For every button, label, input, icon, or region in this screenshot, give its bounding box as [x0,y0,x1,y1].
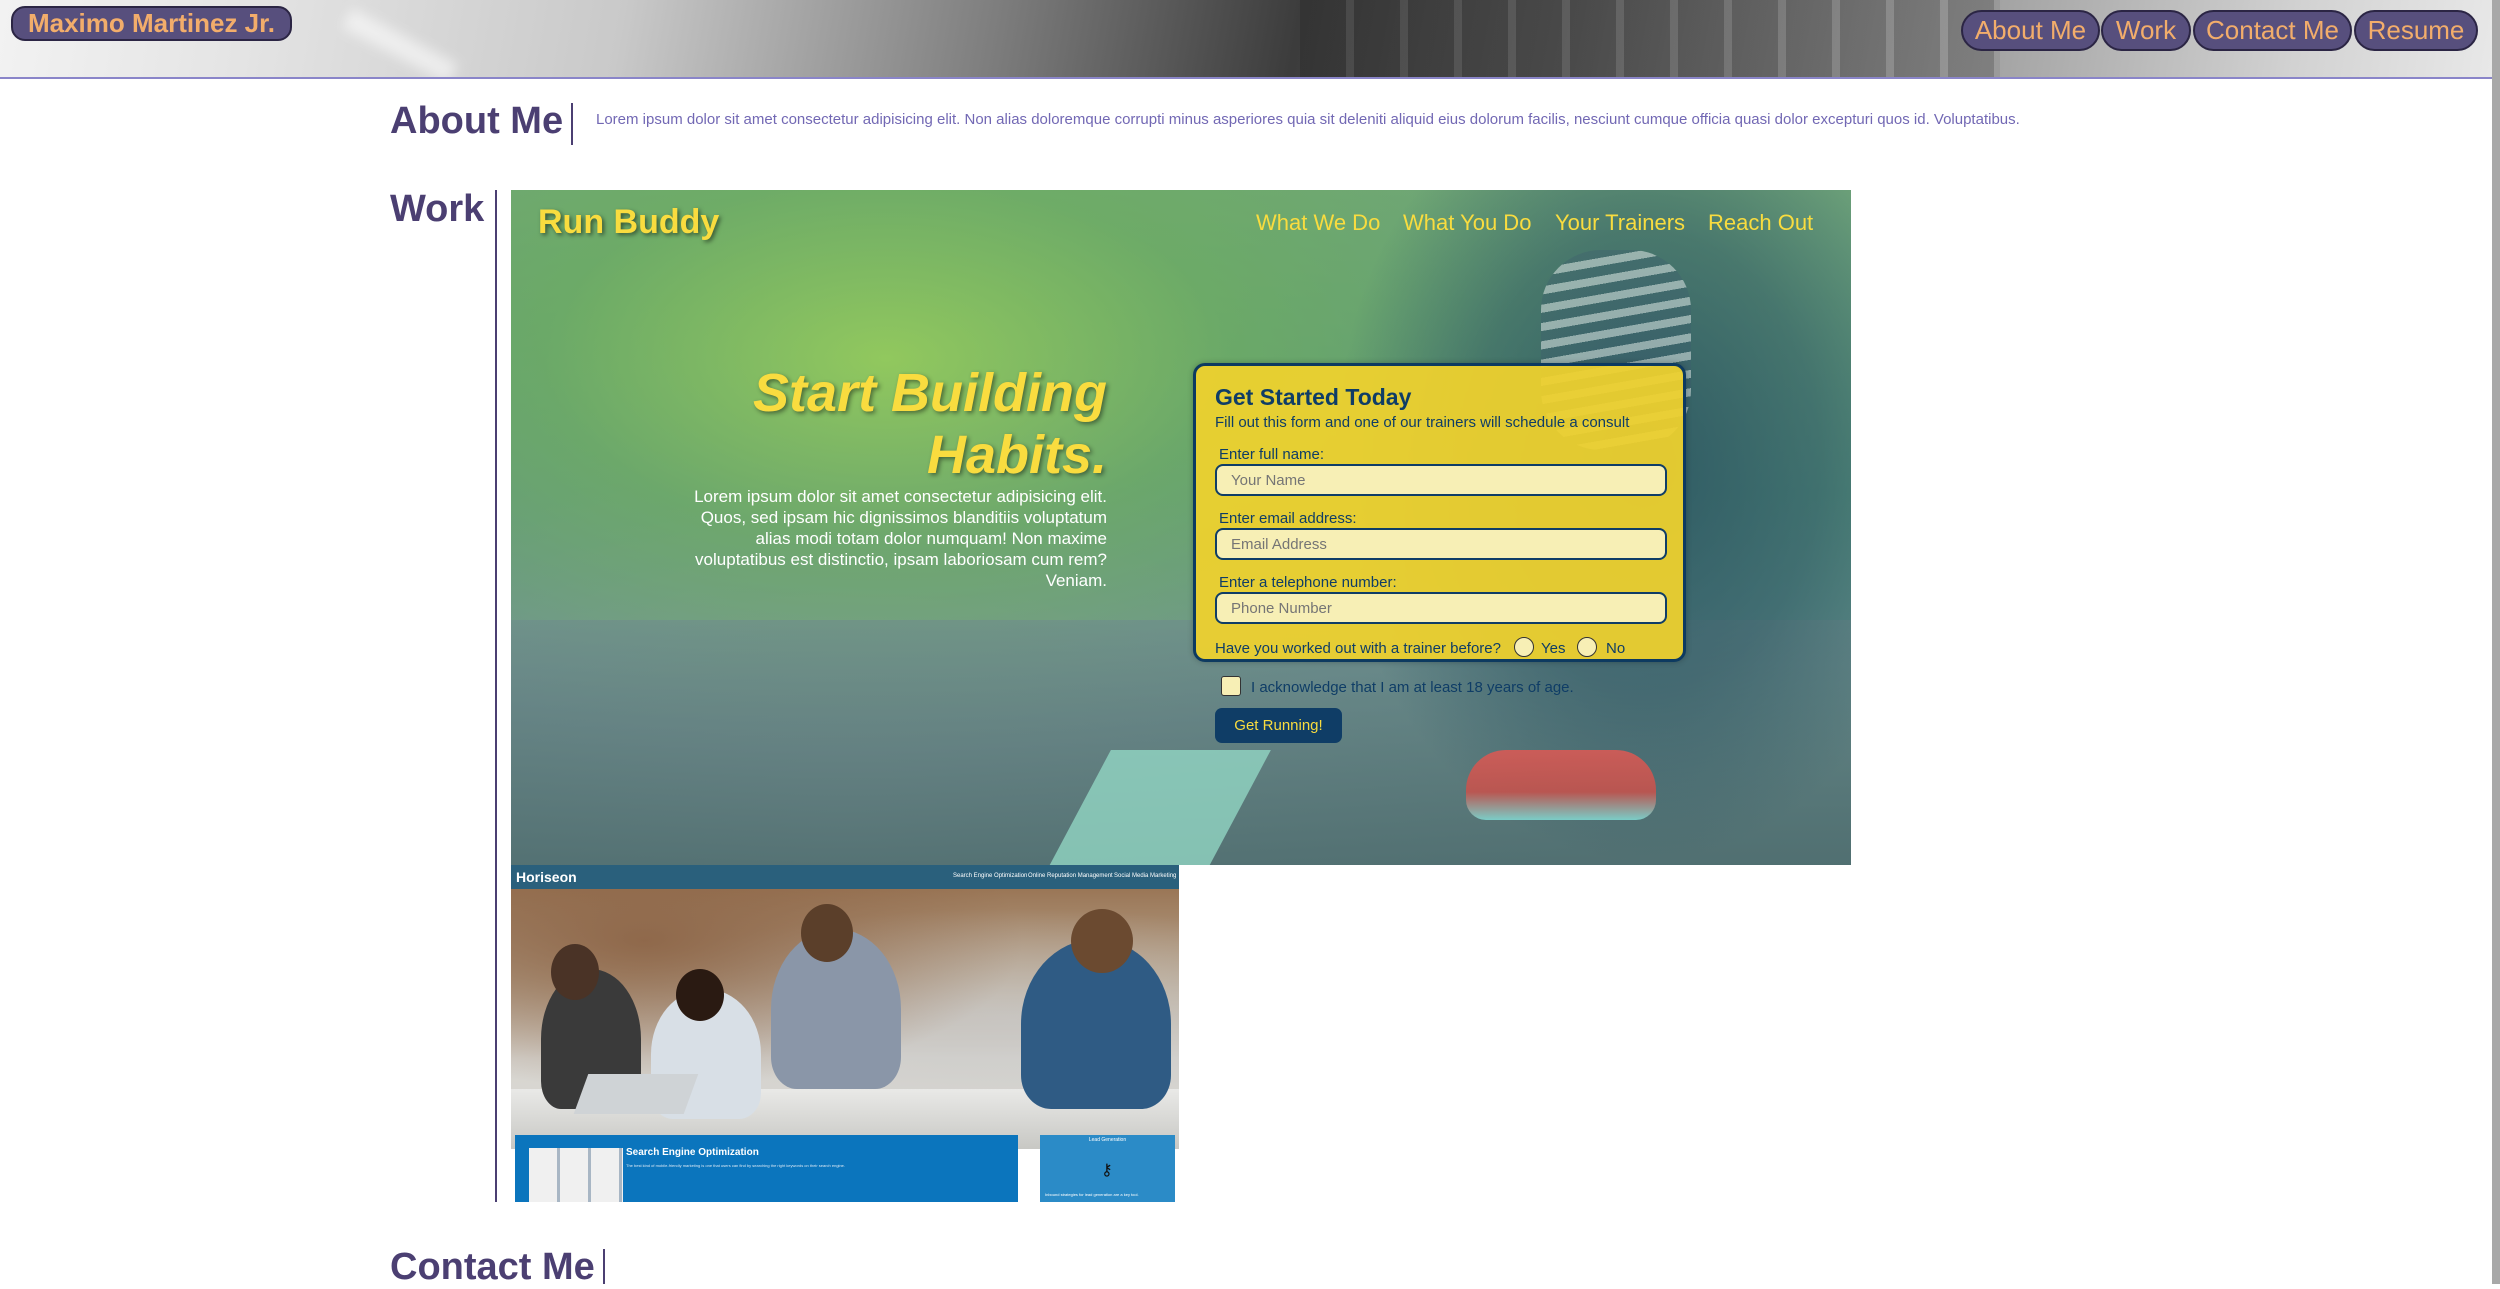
work-divider [495,190,497,1202]
project-horiseon[interactable]: Horiseon Search Engine Optimization Onli… [511,865,1179,1202]
run-buddy-logo[interactable]: Run Buddy [538,203,719,242]
work-heading: Work [390,188,485,230]
nav-work[interactable]: Work [2101,10,2191,51]
phone-input[interactable] [1215,592,1667,624]
trainer-yes-label: Yes [1541,640,1566,657]
name-input[interactable] [1215,464,1667,496]
email-input[interactable] [1215,528,1667,560]
contact-me-heading: Contact Me [390,1246,595,1288]
page-scrollbar-edge [2492,0,2500,1284]
age-checkbox[interactable] [1221,676,1241,696]
trainer-question: Have you worked out with a trainer befor… [1215,640,1501,657]
nav-about-me[interactable]: About Me [1961,10,2100,51]
horiseon-nav-seo: Search Engine Optimization [953,873,1028,879]
about-divider [571,103,573,145]
lead-generation-text: Inbound strategies for lead generation a… [1045,1192,1139,1197]
seo-thumbnail [529,1148,623,1202]
run-buddy-nav-your-trainers[interactable]: Your Trainers [1555,210,1685,236]
form-subtitle: Fill out this form and one of our traine… [1215,414,1630,431]
header-background-image [1300,0,2000,77]
team-meeting-photo [511,889,1179,1149]
key-icon: ⚷ [1101,1162,1113,1179]
email-label: Enter email address: [1219,510,1357,527]
contact-divider [603,1249,605,1284]
trainer-yes-radio[interactable] [1514,637,1534,657]
age-acknowledge-label: I acknowledge that I am at least 18 year… [1251,679,1574,696]
trainer-no-label: No [1606,640,1626,657]
brand-logo[interactable]: Maximo Martinez Jr. [11,6,292,41]
horiseon-nav-social: Social Media Marketing [1114,873,1177,879]
form-title: Get Started Today [1215,384,1412,410]
about-me-text: Lorem ipsum dolor sit amet consectetur a… [596,111,2020,128]
project-run-buddy[interactable]: Run Buddy What We Do What You Do Your Tr… [511,190,1851,865]
running-shoe-image [1466,750,1656,820]
run-buddy-hero-text: Lorem ipsum dolor sit amet consectetur a… [694,487,1107,590]
run-buddy-hero-title: Start Building Habits. [753,363,1107,485]
nav-resume[interactable]: Resume [2354,10,2478,51]
name-label: Enter full name: [1219,446,1325,463]
get-running-button[interactable]: Get Running! [1215,708,1342,743]
seo-card-title: Search Engine Optimization [626,1147,759,1158]
horiseon-nav-reputation: Online Reputation Management [1028,873,1113,879]
run-buddy-nav-reach-out[interactable]: Reach Out [1708,210,1813,236]
phone-label: Enter a telephone number: [1219,574,1397,591]
lead-generation-title: Lead Generation [1088,1137,1127,1143]
run-buddy-nav-what-we-do[interactable]: What We Do [1256,210,1380,236]
horiseon-logo: Horiseon [516,869,577,885]
trainer-no-radio[interactable] [1577,637,1597,657]
get-started-form: Get Started Today Fill out this form and… [1193,363,1686,743]
nav-contact-me[interactable]: Contact Me [2193,10,2352,51]
about-me-heading: About Me [390,100,564,142]
run-buddy-nav-what-you-do[interactable]: What You Do [1403,210,1531,236]
seo-card-text: The best kind of mobile-friendly marketi… [626,1163,846,1168]
laptop-image [573,1074,699,1114]
